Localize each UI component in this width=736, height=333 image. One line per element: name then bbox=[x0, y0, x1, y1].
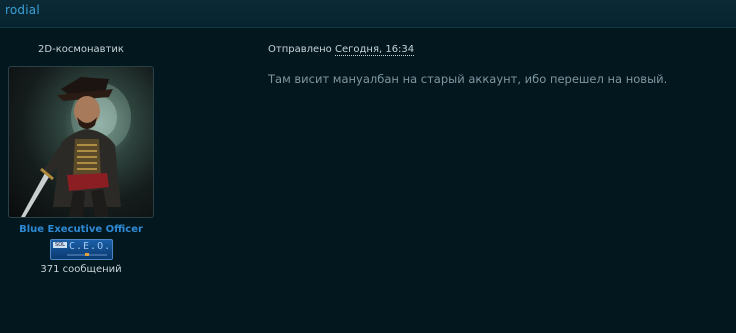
badge-tag: SOL bbox=[53, 242, 67, 248]
badge-dot bbox=[85, 253, 89, 256]
author-avatar[interactable] bbox=[8, 66, 154, 218]
author-username-link[interactable]: rodial bbox=[5, 3, 40, 17]
post-meta: Отправлено Сегодня, 16:34 bbox=[268, 44, 415, 56]
forum-post: 2D-космонавтик Blue Executive Officer SO… bbox=[0, 28, 736, 333]
post-date-link[interactable]: Сегодня, 16:34 bbox=[335, 44, 415, 56]
author-rank-name: Blue Executive Officer bbox=[19, 224, 143, 235]
sent-label: Отправлено bbox=[268, 44, 332, 55]
rank-badge: SOL C.E.O. bbox=[50, 239, 113, 260]
post-header-bar: rodial bbox=[0, 0, 736, 28]
author-post-count: 371 сообщений bbox=[40, 264, 122, 275]
author-custom-title: 2D-космонавтик bbox=[38, 44, 124, 55]
badge-text: C.E.O. bbox=[69, 241, 112, 252]
post-body: Там висит мануалбан на старый аккаунт, и… bbox=[268, 72, 668, 86]
